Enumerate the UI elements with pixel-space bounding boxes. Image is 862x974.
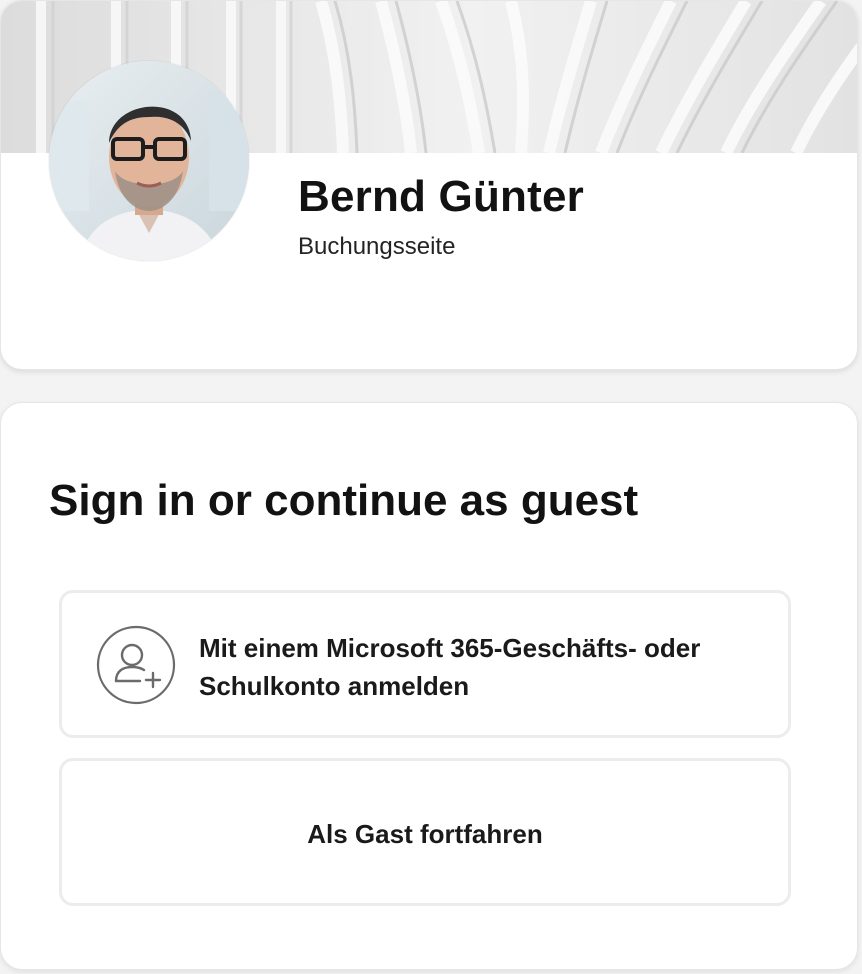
profile-card: Bernd Günter Buchungsseite (0, 0, 858, 370)
continue-as-guest-label: Als Gast fortfahren (307, 819, 543, 849)
microsoft-signin-button[interactable]: Mit einem Microsoft 365-Geschäfts- oder … (59, 590, 791, 738)
profile-subtitle: Buchungsseite (298, 233, 456, 260)
signin-title: Sign in or continue as guest (49, 476, 639, 525)
person-add-icon (96, 625, 176, 705)
avatar (49, 61, 249, 261)
signin-card: Sign in or continue as guest Mit einem M… (0, 402, 858, 970)
profile-name: Bernd Günter (298, 172, 584, 221)
microsoft-signin-label: Mit einem Microsoft 365-Geschäfts- oder … (199, 633, 701, 701)
continue-as-guest-button[interactable]: Als Gast fortfahren (59, 758, 791, 906)
